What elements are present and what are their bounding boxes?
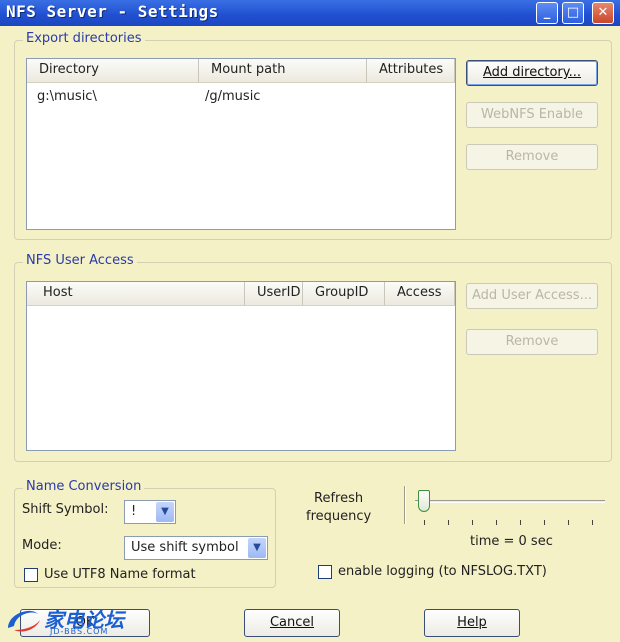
webnfs-enable-label: WebNFS Enable [481, 107, 583, 122]
refresh-slider-thumb[interactable] [418, 490, 430, 512]
table-row[interactable]: g:\music\ /g/music [27, 87, 455, 107]
close-button[interactable]: ✕ [592, 2, 614, 24]
column-access[interactable]: Access [385, 282, 455, 306]
slider-tick [592, 520, 593, 525]
watermark-logo: 家电论坛 JD-BBS.COM [4, 604, 124, 638]
shift-symbol-label: Shift Symbol: [22, 502, 109, 517]
shift-symbol-value: ! [131, 504, 137, 519]
logo-swirl-icon [8, 610, 40, 632]
export-directories-label: Export directories [23, 31, 145, 46]
chevron-down-icon[interactable]: ▼ [156, 502, 174, 522]
refresh-slider-track[interactable] [415, 500, 605, 503]
cancel-button[interactable]: Cancel [244, 609, 340, 637]
cancel-label: Cancel [269, 615, 315, 630]
add-user-access-button[interactable]: Add User Access... [466, 283, 598, 309]
logging-checkbox[interactable] [318, 565, 332, 579]
watermark-url: JD-BBS.COM [50, 627, 109, 636]
mode-value: Use shift symbol [131, 540, 239, 555]
slider-tick [424, 520, 425, 525]
mode-label: Mode: [22, 538, 62, 553]
utf8-label: Use UTF8 Name format [44, 567, 196, 582]
webnfs-enable-button[interactable]: WebNFS Enable [466, 102, 598, 128]
slider-tick [496, 520, 497, 525]
remove-directory-label: Remove [505, 149, 559, 164]
mode-select[interactable]: Use shift symbol ▼ [124, 536, 268, 560]
remove-user-access-label: Remove [505, 334, 559, 349]
column-userid[interactable]: UserID [245, 282, 303, 306]
shift-symbol-select[interactable]: ! ▼ [124, 500, 176, 524]
column-host[interactable]: Host [27, 282, 245, 306]
column-attributes[interactable]: Attributes [367, 59, 455, 83]
slider-tick [544, 520, 545, 525]
refresh-label: Refresh [314, 491, 364, 506]
slider-tick [520, 520, 521, 525]
remove-user-access-button[interactable]: Remove [466, 329, 598, 355]
column-directory[interactable]: Directory [27, 59, 199, 83]
help-button[interactable]: Help [424, 609, 520, 637]
refresh-time-text: time = 0 sec [470, 534, 553, 549]
frequency-label: frequency [306, 509, 372, 524]
add-directory-label: Add directory... [482, 65, 581, 80]
maximize-button[interactable]: □ [562, 2, 584, 24]
window-title: NFS Server - Settings [6, 2, 219, 21]
slider-tick [448, 520, 449, 525]
export-directories-list[interactable]: Directory Mount path Attributes g:\music… [26, 58, 456, 230]
name-conversion-label: Name Conversion [23, 479, 145, 494]
column-groupid[interactable]: GroupID [303, 282, 385, 306]
user-access-label: NFS User Access [23, 253, 137, 268]
utf8-checkbox[interactable] [24, 568, 38, 582]
title-bar[interactable]: NFS Server - Settings _ □ ✕ [0, 0, 620, 26]
help-label: Help [457, 615, 487, 630]
add-directory-button[interactable]: Add directory... [466, 60, 598, 86]
slider-frame [404, 486, 406, 524]
directory-cell: g:\music\ [37, 89, 97, 104]
chevron-down-icon[interactable]: ▼ [248, 538, 266, 558]
mount-path-cell: /g/music [205, 89, 261, 104]
remove-directory-button[interactable]: Remove [466, 144, 598, 170]
slider-tick [568, 520, 569, 525]
export-list-header: Directory Mount path Attributes [27, 59, 455, 83]
slider-tick [472, 520, 473, 525]
add-user-access-label: Add User Access... [472, 288, 592, 303]
user-list-header: Host UserID GroupID Access [27, 282, 455, 306]
user-access-list[interactable]: Host UserID GroupID Access [26, 281, 456, 451]
column-mount-path[interactable]: Mount path [199, 59, 367, 83]
logging-label: enable logging (to NFSLOG.TXT) [338, 564, 547, 579]
minimize-button[interactable]: _ [536, 2, 558, 24]
